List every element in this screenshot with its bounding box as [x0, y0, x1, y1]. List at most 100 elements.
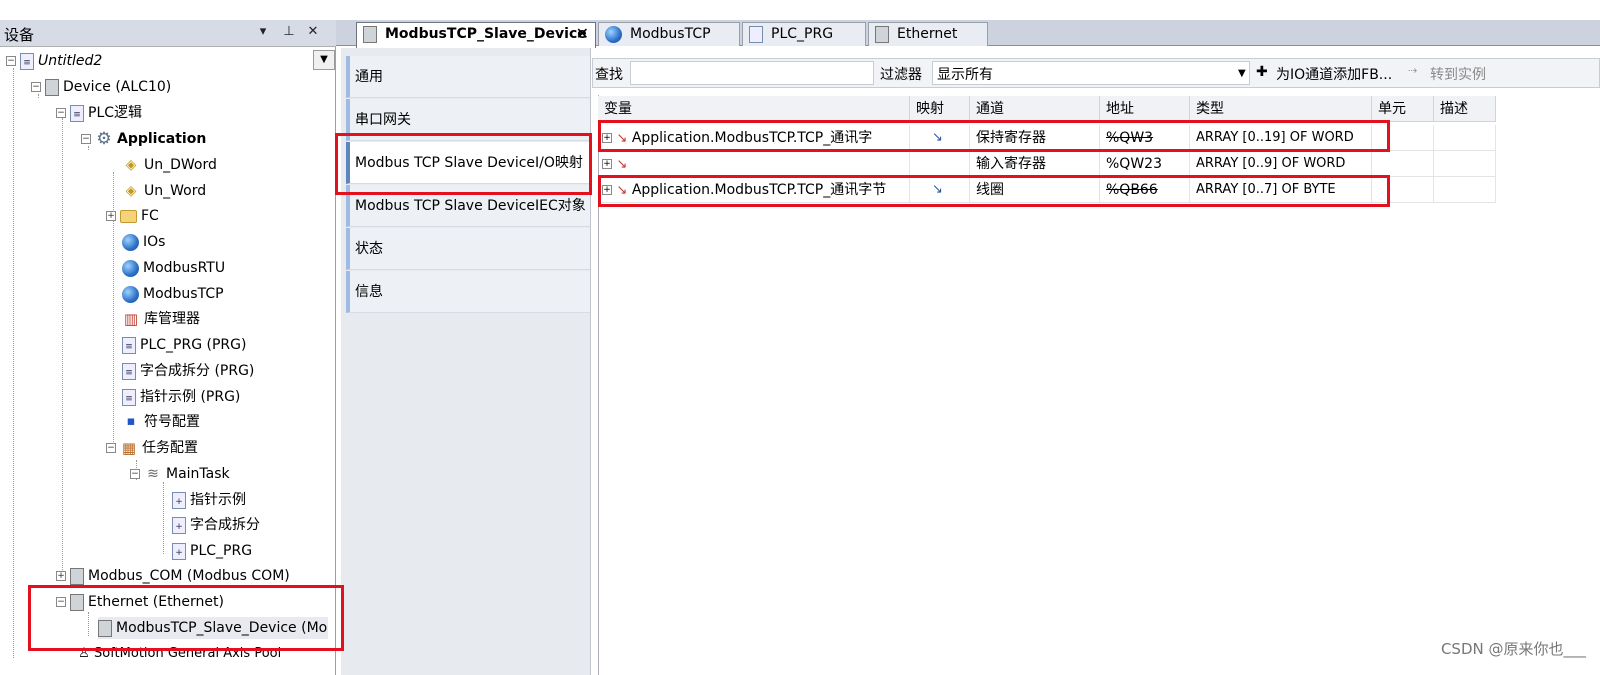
table-cell-type: ARRAY [0..9] OF WORD [1190, 151, 1372, 177]
program-icon: ≡ [122, 336, 136, 354]
tree-item-library-manager[interactable]: ▥ 库管理器 [122, 308, 200, 330]
table-row-variable[interactable]: + ↘ Application.ModbusTCP.TCP_通讯字节 [598, 177, 910, 203]
column-header-variable[interactable]: 变量 [598, 96, 910, 122]
table-cell-type: ARRAY [0..19] OF WORD [1190, 125, 1372, 151]
tree-item-maintask[interactable]: − ≋ MainTask [130, 463, 230, 485]
tab-ethernet[interactable]: Ethernet [868, 22, 988, 46]
watermark: CSDN @原来你也___ [1440, 640, 1586, 658]
task-call-icon: + [172, 542, 186, 560]
gear-icon: ⚙ [96, 129, 112, 149]
column-header-mapping[interactable]: 映射 [910, 96, 970, 122]
tree-item-ios[interactable]: IOs [122, 231, 165, 253]
io-variable-icon: ↘ [616, 183, 628, 198]
find-input[interactable] [630, 61, 874, 85]
tree-item-fc[interactable]: + FC [106, 205, 159, 227]
task-call-icon: + [172, 516, 186, 534]
tab-plc-prg[interactable]: PLC_PRG [742, 22, 866, 46]
tree-item-un-dword[interactable]: ◈ Un_DWord [122, 154, 217, 176]
io-variable-icon: ↘ [616, 157, 628, 172]
tree-dropdown-button[interactable]: ▼ [313, 50, 335, 70]
nav-info[interactable]: 信息 [346, 271, 590, 313]
nav-iec-objects[interactable]: Modbus TCP Slave DeviceIEC对象 [346, 185, 590, 227]
nav-io-mapping[interactable]: Modbus TCP Slave DeviceI/O映射 [346, 142, 590, 184]
project-icon: ≡ [20, 52, 34, 70]
find-label: 查找 [595, 67, 623, 83]
io-variable-icon: ↘ [616, 131, 628, 146]
tree-item-task-config[interactable]: − ▦ 任务配置 [106, 437, 198, 459]
tree-item-softmotion-pool[interactable]: ♙ SoftMotion General Axis Pool [78, 643, 281, 665]
mapping-icon: ↘ [910, 177, 970, 203]
table-cell-unit [1372, 125, 1434, 151]
tree-item-ethernet[interactable]: − Ethernet (Ethernet) [56, 591, 224, 613]
tab-modbustcp[interactable]: ModbusTCP [598, 22, 740, 46]
globe-icon [122, 259, 139, 277]
column-header-type[interactable]: 类型 [1190, 96, 1372, 122]
tree-item-device[interactable]: − Device (ALC10) [31, 76, 171, 98]
tree-item-plc-logic[interactable]: − ≡ PLC逻辑 [56, 102, 142, 124]
pin-icon[interactable]: ⊥ [281, 24, 297, 39]
table-row-variable[interactable]: + ↘ Application.ModbusTCP.TCP_通讯字 [598, 125, 910, 151]
add-icon: ✚ [1256, 64, 1268, 80]
goto-instance-icon: ⇢ [1408, 64, 1418, 77]
device-icon [70, 593, 84, 611]
table-row-variable[interactable]: + ↘ [598, 151, 910, 177]
tree-item-call-plc-prg[interactable]: + PLC_PRG [172, 540, 252, 562]
axis-pool-icon: ♙ [78, 645, 90, 661]
goto-instance-button[interactable]: 转到实例 [1430, 64, 1486, 84]
mapping-cell [910, 151, 970, 177]
tree-item-word-split[interactable]: ≡ 字合成拆分 (PRG) [122, 360, 254, 382]
expand-icon[interactable]: + [602, 159, 612, 169]
table-cell-address: %QW3 [1100, 125, 1190, 151]
nav-serial-gateway[interactable]: 串口网关 [346, 99, 590, 141]
table-cell-type: ARRAY [0..7] OF BYTE [1190, 177, 1372, 203]
tree-item-un-word[interactable]: ◈ Un_Word [122, 180, 207, 202]
program-icon: ≡ [122, 362, 136, 380]
tree-item-modbustcp[interactable]: ModbusTCP [122, 283, 224, 305]
table-cell-unit [1372, 151, 1434, 177]
task-icon: ≋ [147, 466, 159, 482]
table-cell-description [1434, 151, 1496, 177]
close-tab-icon[interactable]: ✕ [576, 23, 589, 45]
tree-item-symbol-config[interactable]: ▪ 符号配置 [122, 411, 200, 433]
table-cell-channel: 保持寄存器 [970, 125, 1100, 151]
tree-item-call-word-split[interactable]: + 字合成拆分 [172, 514, 260, 536]
table-cell-description [1434, 177, 1496, 203]
close-icon[interactable]: ✕ [305, 24, 321, 39]
task-config-icon: ▦ [121, 439, 137, 457]
global-var-icon: ◈ [125, 183, 137, 199]
tree-item-application[interactable]: − ⚙ Application [81, 128, 206, 150]
add-fb-button[interactable]: 为IO通道添加FB... [1276, 64, 1392, 84]
expand-icon[interactable]: + [602, 133, 612, 143]
table-cell-channel: 输入寄存器 [970, 151, 1100, 177]
tree-item-plc-prg[interactable]: ≡ PLC_PRG (PRG) [122, 334, 246, 356]
folder-icon [120, 209, 137, 223]
table-cell-unit [1372, 177, 1434, 203]
nav-status[interactable]: 状态 [346, 228, 590, 270]
tree-item-modbus-com[interactable]: + Modbus_COM (Modbus COM) [56, 565, 290, 587]
tab-modbustcp-slave-device[interactable]: ModbusTCP_Slave_Device ✕ [356, 22, 596, 48]
program-icon: ≡ [122, 388, 136, 406]
tree-item-project[interactable]: − ≡ Untitled2 [6, 50, 102, 72]
task-call-icon: + [172, 491, 186, 509]
tree-item-pointer-example[interactable]: ≡ 指针示例 (PRG) [122, 386, 240, 408]
plc-logic-icon: ≡ [70, 104, 84, 122]
column-header-channel[interactable]: 通道 [970, 96, 1100, 122]
tree-item-modbustcp-slave-device[interactable]: ModbusTCP_Slave_Device (Modbu [98, 617, 328, 639]
nav-general[interactable]: 通用 [346, 56, 590, 98]
column-header-unit[interactable]: 单元 [1372, 96, 1434, 122]
tree-line [163, 482, 164, 554]
column-header-description[interactable]: 描述 [1434, 96, 1496, 122]
device-icon [70, 567, 84, 585]
tree-line [88, 612, 89, 636]
panel-menu-icon[interactable]: ▾ [255, 24, 271, 39]
tree-line [62, 118, 63, 578]
column-header-address[interactable]: 地址 [1100, 96, 1190, 122]
device-icon [363, 25, 377, 43]
filter-value: 显示所有 [937, 67, 993, 83]
expand-icon[interactable]: + [602, 185, 612, 195]
tree-item-modbusrtu[interactable]: ModbusRTU [122, 257, 225, 279]
global-var-icon: ◈ [125, 157, 137, 173]
device-icon [45, 78, 59, 96]
chevron-down-icon[interactable]: ▼ [1238, 68, 1246, 79]
tree-item-call-pointer-example[interactable]: + 指针示例 [172, 489, 246, 511]
